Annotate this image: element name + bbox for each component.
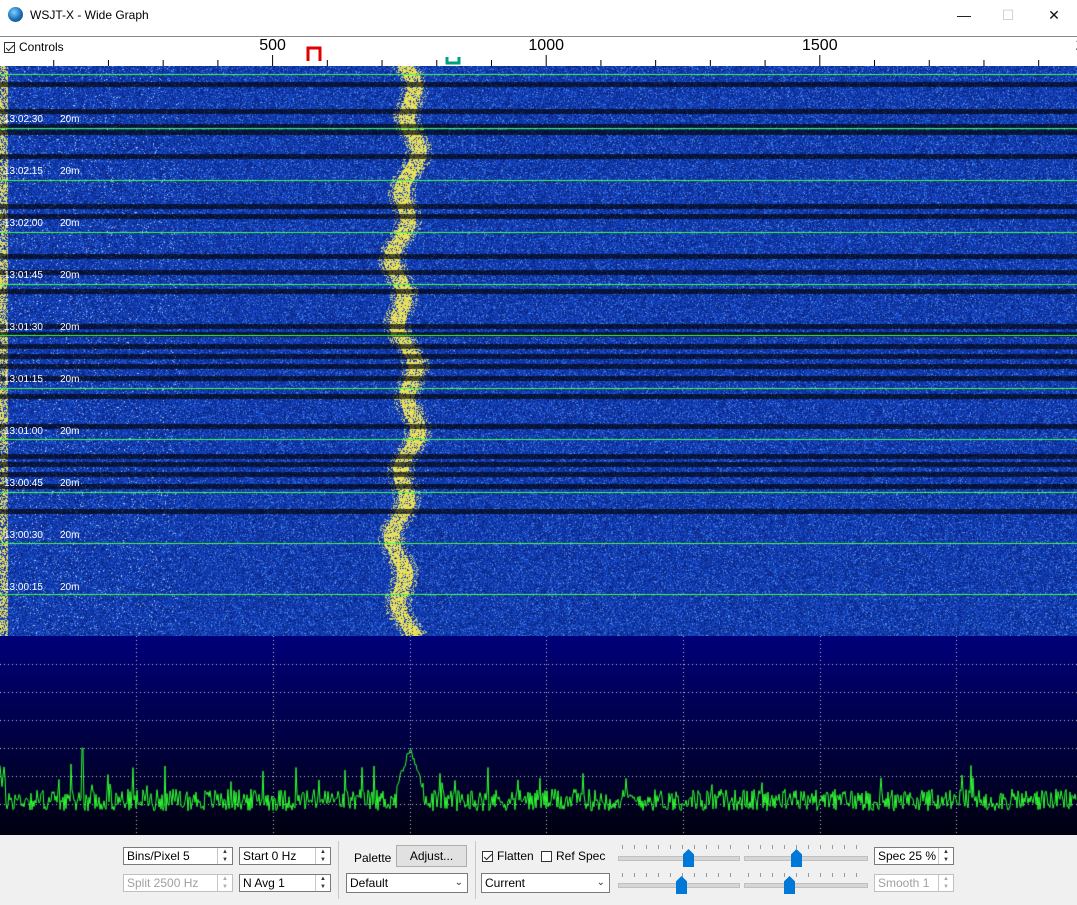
maximize-button[interactable]: ☐ bbox=[985, 0, 1031, 30]
waterfall-timestamp: 13:00:45 bbox=[4, 478, 43, 489]
separator bbox=[338, 841, 339, 899]
title-bar: WSJT-X - Wide Graph — ☐ ✕ bbox=[0, 0, 1077, 30]
waterfall-timestamp: 13:01:00 bbox=[4, 426, 43, 437]
spec-zero-slider-thumb[interactable] bbox=[784, 876, 795, 894]
waterfall-band-label: 20m bbox=[60, 530, 80, 541]
slider-ticks bbox=[622, 873, 740, 877]
waterfall-band-label: 20m bbox=[60, 270, 80, 281]
spectrum-mode-value: Current bbox=[485, 876, 526, 890]
zero-slider-thumb[interactable] bbox=[791, 849, 802, 867]
waterfall-timestamp: 13:02:15 bbox=[4, 166, 43, 177]
smooth-spin-arrows[interactable]: ▲ ▼ bbox=[938, 875, 953, 891]
palette-label: Palette bbox=[354, 851, 392, 865]
start-spin-arrows[interactable]: ▲ ▼ bbox=[315, 848, 330, 864]
freq-tick-label: 1500 bbox=[802, 37, 838, 54]
waterfall-timestamp: 13:02:00 bbox=[4, 218, 43, 229]
spec-gain-slider-thumb[interactable] bbox=[676, 876, 687, 894]
waterfall-display[interactable]: 13:02:30 20m 13:02:15 20m 13:02:00 20m 13:01:4… bbox=[0, 66, 1077, 636]
waterfall-canvas bbox=[0, 66, 1077, 636]
controls-panel: Bins/Pixel 5 ▲ ▼ Start 0 Hz ▲ ▼ Split 2500… bbox=[0, 835, 1077, 905]
freq-tick-label: 500 bbox=[259, 37, 286, 54]
slider-ticks bbox=[748, 873, 866, 877]
frequency-scale[interactable]: Controls 500100015002000250030003500 bbox=[0, 36, 1077, 68]
gain-slider-thumb[interactable] bbox=[683, 849, 694, 867]
waterfall-timestamp: 13:00:15 bbox=[4, 582, 43, 593]
tx-freq-marker[interactable] bbox=[445, 57, 461, 65]
zero-slider-track[interactable] bbox=[744, 856, 868, 861]
waterfall-timestamp: 13:00:30 bbox=[4, 530, 43, 541]
flatten-checkbox[interactable] bbox=[482, 850, 493, 862]
spec-zero-slider-track[interactable] bbox=[744, 883, 868, 888]
smooth-spinbox[interactable]: Smooth 1 ▲ ▼ bbox=[874, 874, 954, 892]
waterfall-timestamp: 13:02:30 bbox=[4, 114, 43, 125]
waterfall-band-label: 20m bbox=[60, 114, 80, 125]
close-icon: ✕ bbox=[1048, 7, 1060, 23]
n-avg-spinbox[interactable]: N Avg 1 ▲ ▼ bbox=[239, 874, 331, 892]
n-avg-spin-arrows[interactable]: ▲ ▼ bbox=[315, 875, 330, 891]
bins-spin-arrows[interactable]: ▲ ▼ bbox=[217, 848, 232, 864]
smooth-value: Smooth 1 bbox=[878, 876, 930, 890]
separator bbox=[475, 841, 476, 899]
split-value: Split 2500 Hz bbox=[127, 876, 199, 890]
spectrum-mode-select[interactable]: Current ⌄ bbox=[481, 873, 610, 893]
spectrum-canvas bbox=[0, 636, 1077, 835]
waterfall-band-label: 20m bbox=[60, 478, 80, 489]
slider-ticks bbox=[622, 845, 740, 849]
maximize-icon: ☐ bbox=[1001, 7, 1015, 23]
waterfall-band-label: 20m bbox=[60, 322, 80, 333]
adjust-button[interactable]: Adjust... bbox=[396, 845, 467, 867]
flatten-label: Flatten bbox=[497, 849, 534, 863]
waterfall-timestamp: 13:01:15 bbox=[4, 374, 43, 385]
n-avg-value: N Avg 1 bbox=[243, 876, 285, 890]
spec-percent-spinbox[interactable]: Spec 25 % ▲ ▼ bbox=[874, 847, 954, 865]
waterfall-timestamp: 13:01:30 bbox=[4, 322, 43, 333]
spec-spin-arrows[interactable]: ▲ ▼ bbox=[938, 848, 953, 864]
minimize-icon: — bbox=[957, 7, 971, 23]
gain-slider-track[interactable] bbox=[618, 856, 740, 861]
ref-spec-checkbox[interactable] bbox=[541, 850, 552, 862]
app-globe-icon bbox=[8, 7, 23, 22]
close-button[interactable]: ✕ bbox=[1031, 0, 1077, 30]
palette-value: Default bbox=[350, 876, 389, 890]
waterfall-band-label: 20m bbox=[60, 426, 80, 437]
spec-percent-value: Spec 25 % bbox=[878, 849, 937, 863]
split-spin-arrows[interactable]: ▲ ▼ bbox=[217, 875, 232, 891]
window-title: WSJT-X - Wide Graph bbox=[30, 8, 149, 22]
rx-freq-marker[interactable] bbox=[306, 46, 322, 61]
waterfall-band-label: 20m bbox=[60, 166, 80, 177]
ref-spec-toggle[interactable]: Ref Spec bbox=[541, 849, 605, 863]
slider-ticks bbox=[748, 845, 866, 849]
start-freq-value: Start 0 Hz bbox=[243, 849, 297, 863]
waterfall-timestamp: 13:01:45 bbox=[4, 270, 43, 281]
palette-select[interactable]: Default ⌄ bbox=[346, 873, 468, 893]
split-spinbox[interactable]: Split 2500 Hz ▲ ▼ bbox=[123, 874, 233, 892]
waterfall-band-label: 20m bbox=[60, 218, 80, 229]
waterfall-band-label: 20m bbox=[60, 582, 80, 593]
bins-per-pixel-spinbox[interactable]: Bins/Pixel 5 ▲ ▼ bbox=[123, 847, 233, 865]
chevron-down-icon: ⌄ bbox=[454, 877, 463, 888]
start-freq-spinbox[interactable]: Start 0 Hz ▲ ▼ bbox=[239, 847, 331, 865]
waterfall-band-label: 20m bbox=[60, 374, 80, 385]
bins-per-pixel-value: Bins/Pixel 5 bbox=[127, 849, 190, 863]
ref-spec-label: Ref Spec bbox=[556, 849, 606, 863]
flatten-toggle[interactable]: Flatten bbox=[482, 849, 534, 863]
minimize-button[interactable]: — bbox=[941, 0, 987, 30]
spectrum-display[interactable] bbox=[0, 636, 1077, 835]
chevron-down-icon: ⌄ bbox=[596, 877, 605, 888]
freq-tick-label: 1000 bbox=[528, 37, 564, 54]
